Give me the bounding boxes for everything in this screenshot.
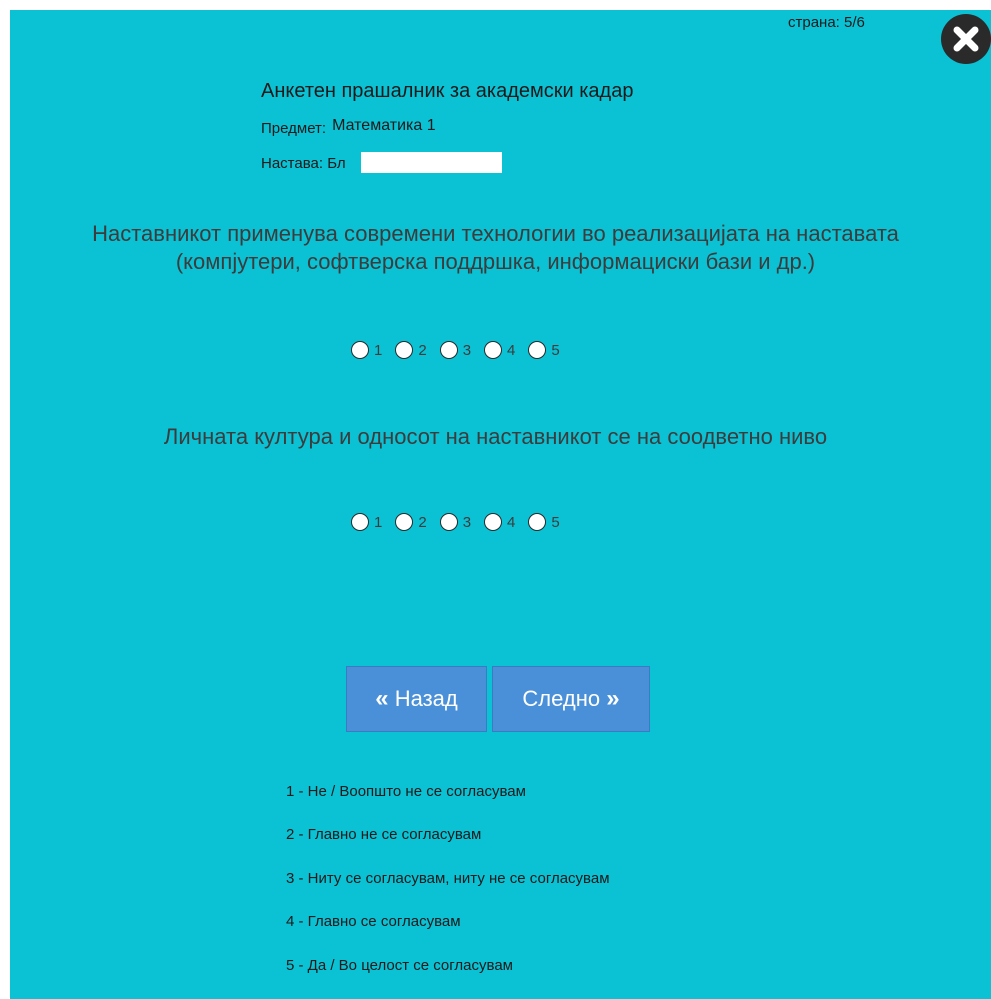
radio-button[interactable] <box>351 513 369 531</box>
radio-button[interactable] <box>484 341 503 359</box>
radio-label: 2 <box>418 513 427 531</box>
question-2: Личната култура и односот на наставникот… <box>20 423 971 451</box>
subject-value: Математика 1 <box>332 117 436 134</box>
question-1-line-1: Наставникот применува современи технолог… <box>92 221 899 246</box>
question-2-option-2[interactable]: 2 <box>395 513 427 531</box>
question-1-option-2[interactable]: 2 <box>395 341 427 359</box>
next-button-label: Следно <box>522 686 601 711</box>
radio-label: 4 <box>507 341 516 359</box>
radio-button[interactable] <box>484 513 503 531</box>
radio-label: 4 <box>507 513 516 531</box>
question-1: Наставникот применува современи технолог… <box>20 220 971 276</box>
survey-title: Анкетен прашалник за академски кадар <box>261 80 634 102</box>
legend-item: 3 - Ниту се согласувам, ниту не се согла… <box>286 870 610 887</box>
chevron-double-right-icon: » <box>606 685 620 712</box>
radio-button[interactable] <box>395 513 414 531</box>
teacher-row: Настава: Бл <box>261 155 346 172</box>
close-icon <box>953 26 979 52</box>
radio-button[interactable] <box>439 341 458 359</box>
question-2-option-3[interactable]: 3 <box>439 513 472 531</box>
next-button[interactable]: Следно » <box>492 666 650 732</box>
close-button[interactable] <box>941 14 991 64</box>
radio-label: 5 <box>551 341 560 359</box>
back-button[interactable]: « Назад <box>346 666 487 732</box>
subject-row: Предмет: Математика 1 <box>261 117 436 138</box>
radio-label: 1 <box>374 341 383 359</box>
legend-item: 2 - Главно не се согласувам <box>286 826 482 843</box>
question-1-option-3[interactable]: 3 <box>439 341 472 359</box>
radio-button[interactable] <box>351 341 369 359</box>
radio-label: 5 <box>551 513 560 531</box>
question-2-radio-group: 1 2 3 4 5 <box>351 510 573 534</box>
radio-label: 3 <box>462 341 472 359</box>
question-1-option-4[interactable]: 4 <box>484 341 515 359</box>
radio-button[interactable] <box>528 513 547 531</box>
chevron-double-left-icon: « <box>375 685 389 712</box>
legend-item: 5 - Да / Во целост се согласувам <box>286 957 513 974</box>
question-1-radio-group: 1 2 3 4 5 <box>351 338 573 362</box>
page-indicator: страна: 5/6 <box>788 14 865 31</box>
legend-item: 1 - Не / Воопшто не се согласувам <box>286 783 526 800</box>
back-button-label: Назад <box>394 686 458 711</box>
radio-button[interactable] <box>395 341 414 359</box>
radio-button[interactable] <box>439 513 458 531</box>
question-2-option-5[interactable]: 5 <box>528 513 560 531</box>
teacher-label: Настава: Бл <box>261 155 346 172</box>
question-1-line-2: (компјутери, софтверска поддршка, информ… <box>175 249 816 274</box>
question-2-option-4[interactable]: 4 <box>484 513 515 531</box>
legend-item: 4 - Главно се согласувам <box>286 913 461 930</box>
redaction-box <box>361 152 502 173</box>
question-2-option-1[interactable]: 1 <box>351 513 382 531</box>
question-1-option-5[interactable]: 5 <box>528 341 560 359</box>
question-1-option-1[interactable]: 1 <box>351 341 382 359</box>
subject-label: Предмет: <box>261 120 327 137</box>
radio-button[interactable] <box>528 341 547 359</box>
radio-label: 2 <box>418 341 427 359</box>
question-2-line-1: Личната култура и односот на наставникот… <box>163 424 828 449</box>
radio-label: 1 <box>374 513 383 531</box>
radio-label: 3 <box>462 513 472 531</box>
